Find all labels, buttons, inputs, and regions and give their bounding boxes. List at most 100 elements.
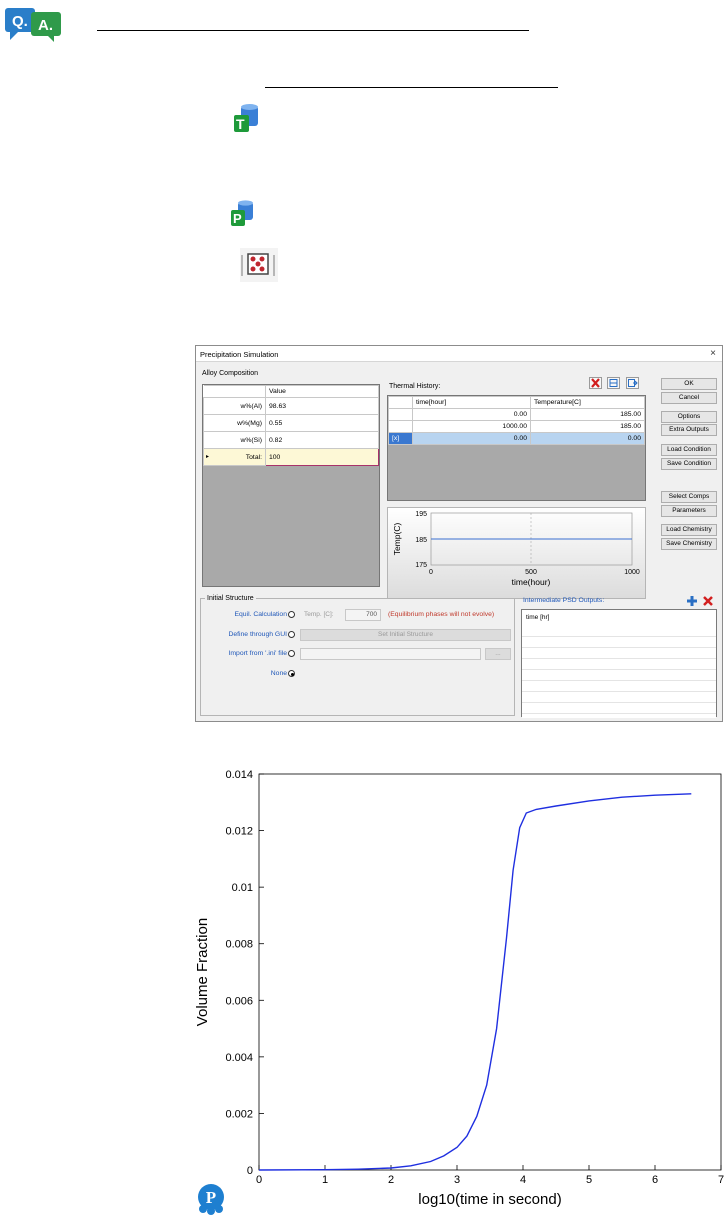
- y-tick-label: 0.01: [232, 882, 253, 894]
- row-pointer-icon: ▸: [206, 454, 210, 460]
- row-marker: [388, 420, 413, 433]
- close-icon[interactable]: ×: [710, 348, 716, 359]
- thermodynamic-database-icon: T: [234, 104, 258, 132]
- svg-text:Q.: Q.: [12, 13, 28, 30]
- svg-text:T: T: [236, 116, 245, 132]
- thermal-history-label: Thermal History:: [389, 383, 441, 390]
- x-tick-label: 3: [454, 1174, 460, 1186]
- heading-rule: [97, 30, 529, 31]
- element-value[interactable]: 0.82: [265, 431, 379, 449]
- y-tick-label: 195: [415, 511, 427, 518]
- set-initial-structure-button[interactable]: Set Initial Structure: [300, 629, 511, 641]
- product-logo-icon: P: [198, 1184, 224, 1215]
- load-condition-button[interactable]: Load Condition: [661, 444, 717, 456]
- extra-outputs-button[interactable]: Extra Outputs: [661, 424, 717, 436]
- volume-fraction-chart: 0 1 2 3 4 5 6 7 0 0.002 0.004 0.006 0.008 0.01 0.012 0.…: [194, 769, 724, 1208]
- x-tick-label: 1: [322, 1174, 328, 1186]
- none-label: None: [270, 670, 287, 677]
- precipitation-simulation-icon[interactable]: [240, 248, 278, 282]
- temperature-cell[interactable]: 185.00: [530, 408, 645, 421]
- time-cell[interactable]: 1000.00: [412, 420, 531, 433]
- y-tick-label: 0: [247, 1165, 253, 1177]
- table-row: w%(Al) 98.63: [203, 397, 379, 415]
- grid-corner: [203, 385, 266, 398]
- none-radio[interactable]: [288, 670, 295, 677]
- total-label: ▸ Total:: [203, 448, 266, 466]
- row-marker: [388, 408, 413, 421]
- save-chemistry-button[interactable]: Save Chemistry: [661, 538, 717, 550]
- psd-outputs-label: Intermediate PSD Outputs:: [523, 597, 605, 604]
- equil-calculation-radio[interactable]: [288, 611, 295, 618]
- y-tick-label: 175: [415, 562, 427, 569]
- time-column-header: time[hour]: [412, 396, 531, 409]
- x-tick-label: 0: [429, 569, 433, 576]
- mini-plot-ylabel: Temp(C): [392, 523, 402, 556]
- parameters-button[interactable]: Parameters: [661, 505, 717, 517]
- delete-row-icon[interactable]: [589, 377, 602, 389]
- y-tick-label: 0.014: [225, 769, 253, 781]
- browse-button[interactable]: ...: [485, 648, 511, 660]
- row-marker: [x]: [388, 432, 413, 445]
- select-comps-button[interactable]: Select Comps: [661, 491, 717, 503]
- table-row: w%(Mg) 0.55: [203, 414, 379, 432]
- define-through-gui-radio[interactable]: [288, 631, 295, 638]
- chart-ylabel: Volume Fraction: [194, 918, 211, 1026]
- thermal-history-grid: time[hour] Temperature[C] 0.00 185.00 10…: [387, 395, 646, 501]
- plot-area-frame: [258, 773, 722, 1171]
- equil-note: (Equilibrium phases will not evolve): [388, 611, 495, 618]
- x-tick-label: 2: [388, 1174, 394, 1186]
- total-row: ▸ Total: 100: [203, 448, 379, 466]
- import-ini-label: Import from '.ini' file: [228, 650, 288, 657]
- x-tick-label: 500: [525, 569, 537, 576]
- ini-file-path-input[interactable]: [300, 648, 481, 660]
- x-tick-label: 5: [586, 1174, 592, 1186]
- time-cell[interactable]: 0.00: [412, 432, 531, 445]
- subheading-rule: [265, 87, 558, 88]
- volume-fraction-series-line: [258, 793, 692, 1171]
- table-row: 0.00 185.00: [388, 408, 645, 421]
- load-chemistry-button[interactable]: Load Chemistry: [661, 524, 717, 536]
- temperature-cell[interactable]: 185.00: [530, 420, 645, 433]
- total-value[interactable]: 100: [265, 448, 379, 466]
- y-tick-label: 185: [415, 537, 427, 544]
- alloy-composition-grid: Value w%(Al) 98.63 w%(Mg) 0.55 w%(Si) 0.…: [202, 384, 380, 587]
- add-icon[interactable]: [686, 595, 699, 607]
- grid-corner: [388, 396, 413, 409]
- x-tick-label: 0: [256, 1174, 262, 1186]
- temp-label: Temp. [C]:: [304, 611, 334, 618]
- time-cell[interactable]: 0.00: [412, 408, 531, 421]
- append-row-icon[interactable]: [626, 377, 639, 389]
- temperature-cell[interactable]: 0.00: [530, 432, 645, 445]
- table-row: w%(Si) 0.82: [203, 431, 379, 449]
- element-value[interactable]: 98.63: [265, 397, 379, 415]
- cancel-button[interactable]: Cancel: [661, 392, 717, 404]
- table-row-new: [x] 0.00 0.00: [388, 432, 645, 445]
- equil-calculation-label: Equil. Calculation: [234, 611, 287, 618]
- save-condition-button[interactable]: Save Condition: [661, 458, 717, 470]
- temperature-column-header: Temperature[C]: [530, 396, 645, 409]
- remove-icon[interactable]: [702, 595, 715, 607]
- alloy-composition-label: Alloy Composition: [202, 370, 259, 377]
- insert-row-icon[interactable]: [607, 377, 620, 389]
- y-tick-label: 0.008: [225, 939, 253, 951]
- thermal-history-plot: 195 185 175 0 500 1000 time(hour) Temp(C…: [387, 507, 646, 599]
- options-button[interactable]: Options: [661, 411, 717, 423]
- value-column-header: Value: [265, 385, 379, 398]
- svg-text:A.: A.: [38, 17, 53, 34]
- mini-plot-xlabel: time(hour): [512, 577, 551, 587]
- element-value[interactable]: 0.55: [265, 414, 379, 432]
- element-name: w%(Al): [203, 397, 266, 415]
- element-name: w%(Si): [203, 431, 266, 449]
- x-tick-label: 4: [520, 1174, 526, 1186]
- total-label-text: Total:: [245, 453, 262, 461]
- qa-logo-icon: Q. A.: [5, 8, 61, 42]
- y-tick-label: 0.012: [225, 826, 253, 838]
- thermal-history-plot-svg: 195 185 175 0 500 1000 time(hour) Temp(C…: [392, 511, 640, 587]
- svg-text:P: P: [233, 211, 242, 226]
- precipitation-simulation-dialog: Precipitation Simulation × Alloy Composi…: [195, 345, 723, 722]
- psd-outputs-list[interactable]: time [hr]: [521, 609, 717, 718]
- temp-input[interactable]: 700: [345, 609, 381, 621]
- chart-xlabel: log10(time in second): [418, 1191, 561, 1208]
- import-ini-radio[interactable]: [288, 650, 295, 657]
- ok-button[interactable]: OK: [661, 378, 717, 390]
